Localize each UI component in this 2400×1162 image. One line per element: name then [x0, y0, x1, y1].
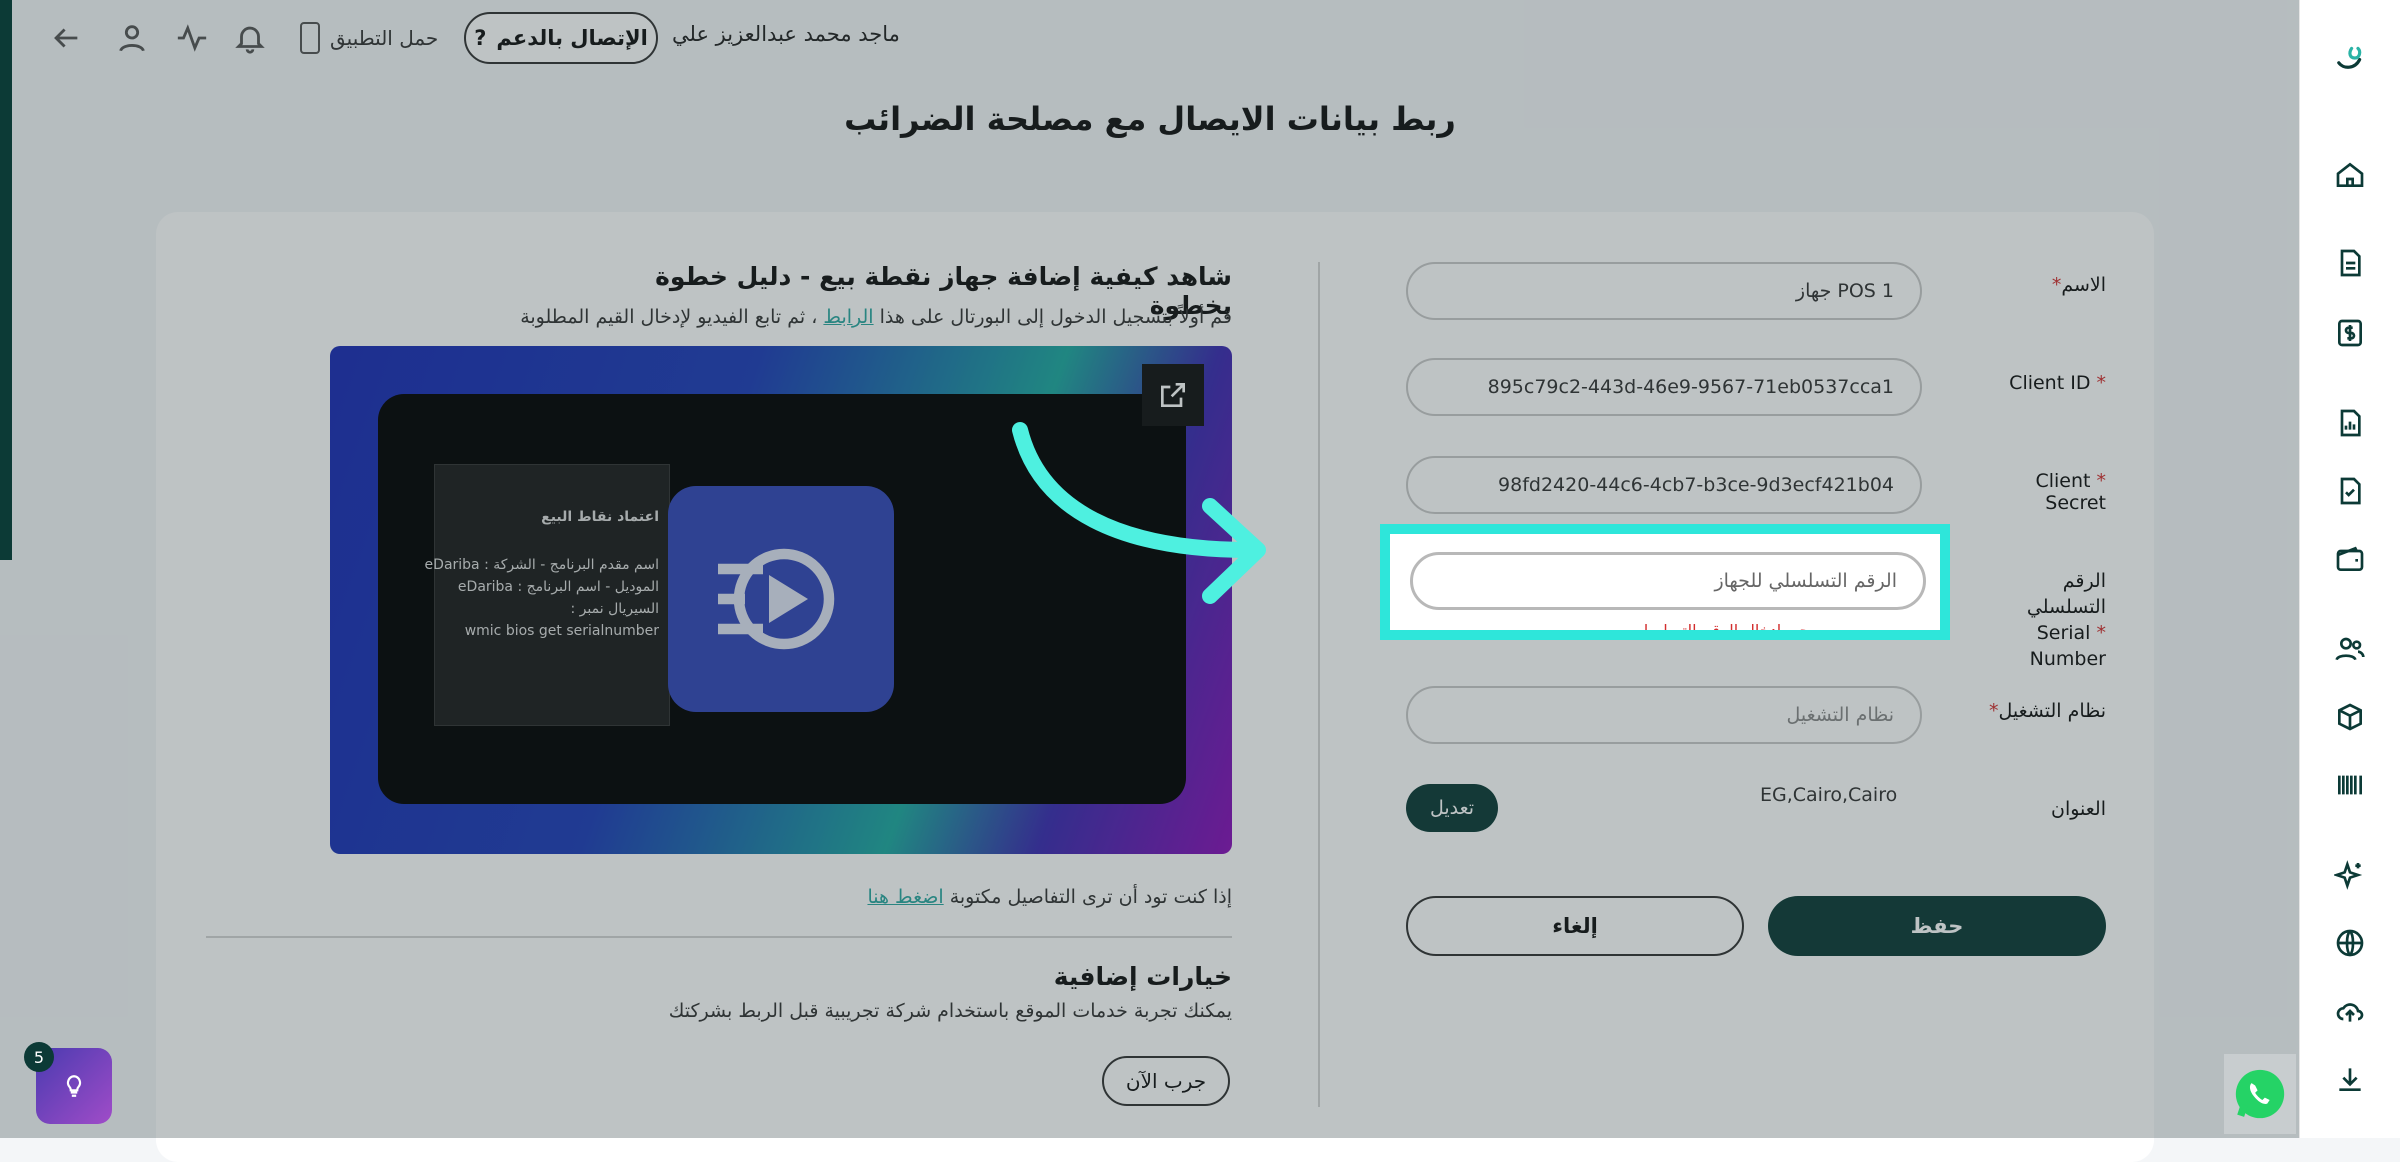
- guide-subtitle: قم أولاً بتسجيل الدخول إلى البورتال على …: [520, 306, 1232, 328]
- top-bar: حمل التطبيق ? الإتصال بالدعم ماجد محمد ع…: [0, 0, 2300, 76]
- os-input[interactable]: نظام التشغيل: [1406, 686, 1922, 744]
- page-title: ربط بيانات الايصال مع مصلحة الضرائب: [844, 100, 1456, 138]
- client-id-input[interactable]: 895c79c2-443d-46e9-9567-71eb0537cca1: [1406, 358, 1922, 416]
- client-secret-label: * Client Secret: [2035, 470, 2106, 514]
- video-line: الموديل - اسم البرنامج : eDariba: [457, 579, 659, 595]
- sidebar-barcode-icon[interactable]: [2300, 760, 2400, 810]
- video-line: السيريال نمبر :: [570, 601, 659, 617]
- click-here-link[interactable]: اضغط هنا: [867, 886, 943, 908]
- serial-number-input[interactable]: الرقم التسلسلي للجهاز: [1410, 552, 1926, 610]
- sidebar-wallet-icon[interactable]: [2300, 534, 2400, 584]
- play-icon[interactable]: [668, 486, 894, 712]
- support-label: الإتصال بالدعم: [496, 26, 648, 50]
- sidebar-sparkle-icon[interactable]: [2300, 850, 2400, 900]
- video-line: اعتماد نقاط البيع: [541, 509, 659, 525]
- cancel-button[interactable]: إلغاء: [1406, 896, 1744, 956]
- vertical-divider: [1318, 262, 1320, 1107]
- serial-error-message: يرجى ادخال الرقم التسلسلي: [1630, 618, 1823, 630]
- external-link-icon[interactable]: [1142, 364, 1204, 426]
- help-icon: ?: [474, 26, 487, 50]
- logo-icon: [2320, 28, 2380, 88]
- portal-link[interactable]: الرابط: [823, 306, 873, 328]
- sidebar-home-icon[interactable]: [2300, 150, 2400, 200]
- sidebar-document-icon[interactable]: [2300, 238, 2400, 288]
- name-label: الاسم*: [2051, 274, 2106, 296]
- sidebar: [2299, 0, 2400, 1138]
- address-label: العنوان: [2050, 798, 2106, 820]
- sidebar-dollar-icon[interactable]: [2300, 308, 2400, 358]
- sidebar-box-icon[interactable]: [2300, 692, 2400, 742]
- user-icon[interactable]: [110, 16, 154, 60]
- sidebar-download-icon[interactable]: [2300, 1054, 2400, 1104]
- extra-options-title: خيارات إضافية: [1053, 962, 1232, 991]
- sidebar-check-file-icon[interactable]: [2300, 466, 2400, 516]
- download-app-label: حمل التطبيق: [330, 26, 439, 50]
- sidebar-users-icon[interactable]: [2300, 624, 2400, 674]
- client-secret-input[interactable]: 98fd2420-44c6-4cb7-b3ce-9d3ecf421b04: [1406, 456, 1922, 514]
- sidebar-chart-file-icon[interactable]: [2300, 398, 2400, 448]
- video-line: wmic bios get serialnumber: [464, 623, 659, 639]
- name-input[interactable]: جهاز POS 1: [1406, 262, 1922, 320]
- os-label: نظام التشغيل*: [1988, 700, 2106, 722]
- save-button[interactable]: حفظ: [1768, 896, 2106, 956]
- sidebar-upload-icon[interactable]: [2300, 986, 2400, 1036]
- back-arrow-icon[interactable]: [44, 16, 88, 60]
- client-id-label: * Client ID: [2009, 372, 2106, 394]
- user-name[interactable]: ماجد محمد عبدالعزيز علي: [672, 22, 900, 46]
- extra-options-subtitle: يمكنك تجربة خدمات الموقع باستخدام شركة ت…: [668, 1000, 1232, 1022]
- tour-arrow-icon: [1012, 422, 1266, 604]
- sidebar-globe-icon[interactable]: [2300, 918, 2400, 968]
- activity-icon[interactable]: [170, 16, 214, 60]
- video-screenshot-thumb: اعتماد نقاط البيع اسم مقدم البرنامج - ال…: [425, 464, 670, 726]
- details-line: إذا كنت تود أن ترى التفاصيل مكتوبة اضغط …: [867, 886, 1232, 908]
- download-app-link[interactable]: حمل التطبيق: [300, 22, 438, 54]
- bell-icon[interactable]: [228, 16, 272, 60]
- lightbulb-icon: [66, 1075, 82, 1097]
- serial-number-label: الرقم التسلسلي * Serial Number: [2026, 570, 2106, 670]
- left-scroll-strip: [0, 0, 12, 560]
- whatsapp-icon[interactable]: [2224, 1054, 2296, 1134]
- address-value: EG,Cairo,Cairo: [1760, 784, 1898, 806]
- serial-number-highlight: الرقم التسلسلي للجهاز يرجى ادخال الرقم ا…: [1380, 524, 1950, 640]
- horizontal-divider: [206, 936, 1232, 938]
- phone-icon: [300, 22, 320, 54]
- edit-address-button[interactable]: تعديل: [1406, 784, 1498, 832]
- hint-count-badge: 5: [24, 1042, 54, 1072]
- video-line: اسم مقدم البرنامج - الشركة : eDariba: [424, 557, 659, 573]
- try-now-button[interactable]: جرب الآن: [1102, 1056, 1230, 1106]
- contact-support-button[interactable]: ? الإتصال بالدعم: [464, 12, 658, 64]
